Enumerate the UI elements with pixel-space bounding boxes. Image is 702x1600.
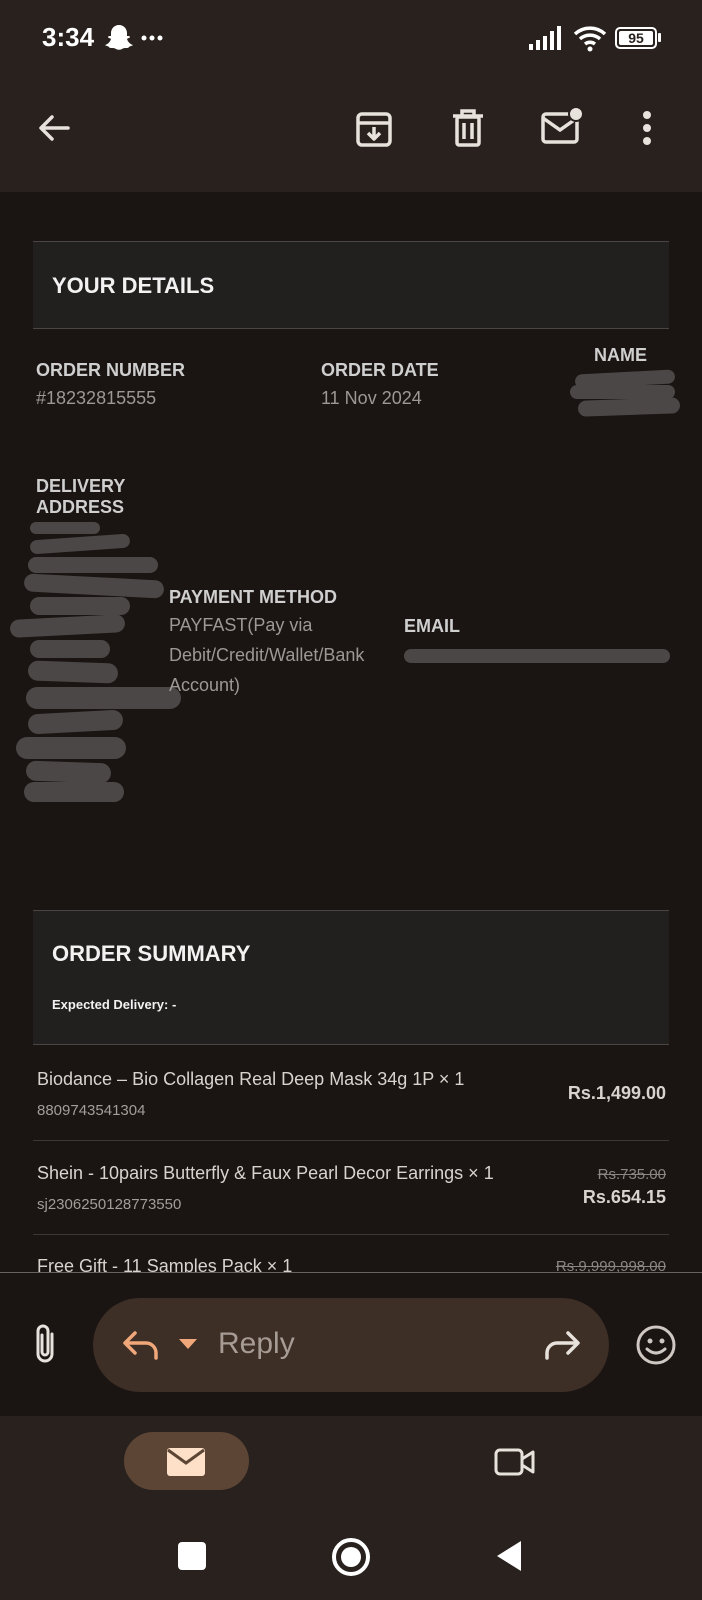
item-divider (33, 1234, 669, 1235)
delivery-label-line2: ADDRESS (36, 497, 125, 517)
address-redaction (24, 782, 124, 802)
name-redaction (577, 397, 681, 417)
more-notifications-icon (141, 35, 163, 41)
item-price: Rs.654.15 (582, 1187, 666, 1207)
email-redaction (404, 649, 670, 663)
forward-icon[interactable] (543, 1330, 581, 1360)
expected-delivery: Expected Delivery: - (52, 997, 177, 1012)
summary-title: ORDER SUMMARY (52, 941, 251, 966)
item-sku: 8809743541304 (37, 1102, 146, 1119)
item-name: Free Gift - 11 Samples Pack × 1 (37, 1256, 293, 1272)
back-arrow-icon[interactable] (36, 110, 72, 146)
order-number-label: ORDER NUMBER (36, 360, 186, 380)
battery-icon: 95 (615, 27, 657, 49)
email-label: EMAIL (404, 616, 460, 636)
wifi-icon (573, 26, 607, 52)
back-triangle-icon[interactable] (494, 1539, 524, 1573)
more-vert-icon[interactable] (642, 110, 652, 146)
recents-square-icon[interactable] (178, 1542, 206, 1570)
item-name: Biodance – Bio Collagen Real Deep Mask 3… (37, 1069, 465, 1089)
item-original-price: Rs.735.00 (597, 1166, 666, 1183)
payment-method-label: PAYMENT METHOD (169, 587, 338, 607)
archive-icon[interactable] (355, 110, 393, 148)
address-redaction (30, 640, 110, 658)
address-redaction (16, 737, 126, 759)
video-camera-icon[interactable] (494, 1446, 536, 1478)
address-redaction (25, 760, 112, 784)
reply-icon[interactable] (122, 1330, 160, 1360)
delivery-label: DELIVERY ADDRESS (36, 476, 125, 518)
address-redaction (27, 660, 119, 684)
item-name: Shein - 10pairs Butterfly & Faux Pearl D… (37, 1163, 494, 1183)
details-header: YOUR DETAILS (33, 241, 669, 329)
trash-icon[interactable] (450, 108, 486, 148)
address-redaction (27, 709, 124, 735)
snapchat-icon (105, 25, 133, 50)
email-body: YOUR DETAILS ORDER NUMBER #18232815555 O… (0, 192, 702, 1272)
item-price: Rs.1,499.00 (567, 1083, 666, 1103)
details-title: YOUR DETAILS (52, 273, 215, 298)
paperclip-icon[interactable] (32, 1322, 58, 1366)
status-time: 3:34 (42, 22, 95, 52)
order-number-value: #18232815555 (36, 388, 157, 408)
mail-icon (167, 1448, 205, 1476)
address-redaction (9, 614, 126, 638)
battery-tip (658, 33, 661, 42)
item-divider (33, 1140, 669, 1141)
address-redaction (30, 597, 130, 615)
summary-header: ORDER SUMMARY Expected Delivery: - (33, 910, 669, 1045)
reply-input[interactable] (93, 1298, 609, 1392)
name-redaction (570, 385, 675, 399)
address-redaction (23, 573, 165, 599)
order-date-label: ORDER DATE (321, 360, 439, 380)
battery-level: 95 (628, 30, 644, 46)
address-redaction (28, 557, 158, 573)
payment-method-value: PAYFAST(Pay via Debit/Credit/Wallet/Bank… (169, 610, 364, 700)
payment-line1: PAYFAST(Pay via (169, 615, 313, 635)
payment-line2: Debit/Credit/Wallet/Bank (169, 645, 365, 665)
home-circle-icon[interactable] (331, 1537, 371, 1577)
address-redaction (26, 687, 181, 709)
address-redaction (30, 522, 100, 534)
address-redaction (29, 533, 131, 555)
mail-unread-icon[interactable] (540, 106, 584, 146)
item-sku: sj2306250128773550 (37, 1196, 182, 1213)
caret-down-icon[interactable] (178, 1338, 198, 1350)
signal-icon (529, 26, 561, 50)
name-label: NAME (594, 345, 647, 365)
payment-line3: Account) (169, 675, 241, 695)
reply-label: Reply (218, 1327, 295, 1360)
emoji-icon[interactable] (635, 1324, 677, 1366)
delivery-label-line1: DELIVERY (36, 476, 126, 496)
app-bar (0, 78, 702, 192)
item-original-price: Rs.9,999,998.00 (555, 1258, 666, 1272)
order-date-value: 11 Nov 2024 (321, 388, 422, 408)
